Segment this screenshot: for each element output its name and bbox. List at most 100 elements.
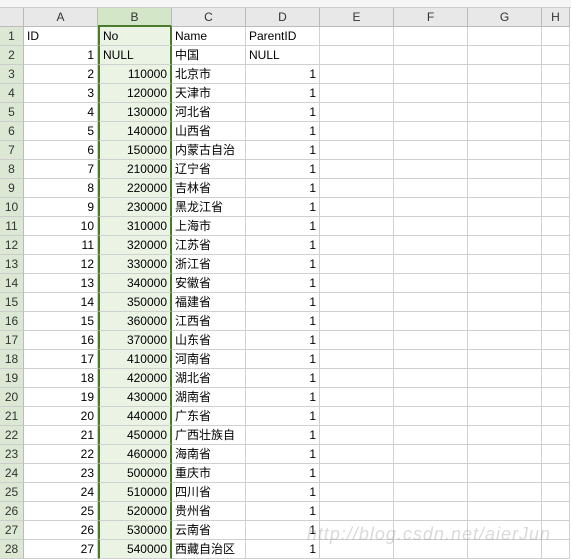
cell-H13[interactable] (542, 255, 570, 274)
cell-D10[interactable]: 1 (246, 198, 320, 217)
cell-F11[interactable] (394, 217, 468, 236)
cell-D18[interactable]: 1 (246, 350, 320, 369)
col-header-F[interactable]: F (394, 8, 468, 27)
cell-A16[interactable]: 15 (24, 312, 98, 331)
cell-E27[interactable] (320, 521, 394, 540)
cell-C11[interactable]: 上海市 (172, 217, 246, 236)
cell-H8[interactable] (542, 160, 570, 179)
cell-F21[interactable] (394, 407, 468, 426)
row-header[interactable]: 19 (0, 369, 24, 388)
cell-A8[interactable]: 7 (24, 160, 98, 179)
cell-B9[interactable]: 220000 (98, 179, 172, 198)
col-header-G[interactable]: G (468, 8, 542, 27)
cell-D19[interactable]: 1 (246, 369, 320, 388)
cell-D13[interactable]: 1 (246, 255, 320, 274)
cell-E20[interactable] (320, 388, 394, 407)
cell-A4[interactable]: 3 (24, 84, 98, 103)
formula-bar[interactable] (0, 0, 571, 8)
cell-D21[interactable]: 1 (246, 407, 320, 426)
cell-E15[interactable] (320, 293, 394, 312)
cell-A11[interactable]: 10 (24, 217, 98, 236)
row-header[interactable]: 28 (0, 540, 24, 559)
spreadsheet-grid[interactable]: ABCDEFGH1IDNoNameParentID21NULL中国NULL321… (0, 8, 571, 559)
cell-H15[interactable] (542, 293, 570, 312)
cell-B5[interactable]: 130000 (98, 103, 172, 122)
cell-G26[interactable] (468, 502, 542, 521)
cell-H9[interactable] (542, 179, 570, 198)
cell-G16[interactable] (468, 312, 542, 331)
cell-D23[interactable]: 1 (246, 445, 320, 464)
cell-D4[interactable]: 1 (246, 84, 320, 103)
cell-E3[interactable] (320, 65, 394, 84)
cell-E25[interactable] (320, 483, 394, 502)
cell-G3[interactable] (468, 65, 542, 84)
cell-C16[interactable]: 江西省 (172, 312, 246, 331)
cell-B10[interactable]: 230000 (98, 198, 172, 217)
cell-G13[interactable] (468, 255, 542, 274)
cell-A10[interactable]: 9 (24, 198, 98, 217)
cell-H10[interactable] (542, 198, 570, 217)
cell-G9[interactable] (468, 179, 542, 198)
cell-F28[interactable] (394, 540, 468, 559)
row-header[interactable]: 14 (0, 274, 24, 293)
cell-D5[interactable]: 1 (246, 103, 320, 122)
cell-H2[interactable] (542, 46, 570, 65)
cell-B7[interactable]: 150000 (98, 141, 172, 160)
cell-E6[interactable] (320, 122, 394, 141)
cell-D11[interactable]: 1 (246, 217, 320, 236)
cell-H6[interactable] (542, 122, 570, 141)
cell-E13[interactable] (320, 255, 394, 274)
cell-E26[interactable] (320, 502, 394, 521)
cell-A14[interactable]: 13 (24, 274, 98, 293)
row-header[interactable]: 2 (0, 46, 24, 65)
cell-H19[interactable] (542, 369, 570, 388)
cell-C6[interactable]: 山西省 (172, 122, 246, 141)
cell-H20[interactable] (542, 388, 570, 407)
cell-E14[interactable] (320, 274, 394, 293)
cell-H22[interactable] (542, 426, 570, 445)
cell-E17[interactable] (320, 331, 394, 350)
cell-G18[interactable] (468, 350, 542, 369)
cell-G27[interactable] (468, 521, 542, 540)
cell-H28[interactable] (542, 540, 570, 559)
cell-F5[interactable] (394, 103, 468, 122)
cell-H12[interactable] (542, 236, 570, 255)
cell-H17[interactable] (542, 331, 570, 350)
cell-G15[interactable] (468, 293, 542, 312)
row-header[interactable]: 7 (0, 141, 24, 160)
cell-B28[interactable]: 540000 (98, 540, 172, 559)
col-header-H[interactable]: H (542, 8, 570, 27)
col-header-B[interactable]: B (98, 8, 172, 27)
cell-A22[interactable]: 21 (24, 426, 98, 445)
cell-D12[interactable]: 1 (246, 236, 320, 255)
cell-D16[interactable]: 1 (246, 312, 320, 331)
cell-B26[interactable]: 520000 (98, 502, 172, 521)
cell-F22[interactable] (394, 426, 468, 445)
row-header[interactable]: 22 (0, 426, 24, 445)
row-header[interactable]: 26 (0, 502, 24, 521)
cell-G25[interactable] (468, 483, 542, 502)
row-header[interactable]: 15 (0, 293, 24, 312)
cell-A9[interactable]: 8 (24, 179, 98, 198)
cell-H26[interactable] (542, 502, 570, 521)
row-header[interactable]: 9 (0, 179, 24, 198)
cell-F19[interactable] (394, 369, 468, 388)
cell-G24[interactable] (468, 464, 542, 483)
cell-G6[interactable] (468, 122, 542, 141)
cell-E2[interactable] (320, 46, 394, 65)
cell-G10[interactable] (468, 198, 542, 217)
cell-D9[interactable]: 1 (246, 179, 320, 198)
cell-B15[interactable]: 350000 (98, 293, 172, 312)
cell-G1[interactable] (468, 27, 542, 46)
cell-C23[interactable]: 海南省 (172, 445, 246, 464)
cell-D20[interactable]: 1 (246, 388, 320, 407)
row-header[interactable]: 21 (0, 407, 24, 426)
cell-E8[interactable] (320, 160, 394, 179)
cell-G4[interactable] (468, 84, 542, 103)
row-header[interactable]: 20 (0, 388, 24, 407)
cell-D7[interactable]: 1 (246, 141, 320, 160)
cell-E28[interactable] (320, 540, 394, 559)
cell-A15[interactable]: 14 (24, 293, 98, 312)
cell-B13[interactable]: 330000 (98, 255, 172, 274)
cell-G28[interactable] (468, 540, 542, 559)
